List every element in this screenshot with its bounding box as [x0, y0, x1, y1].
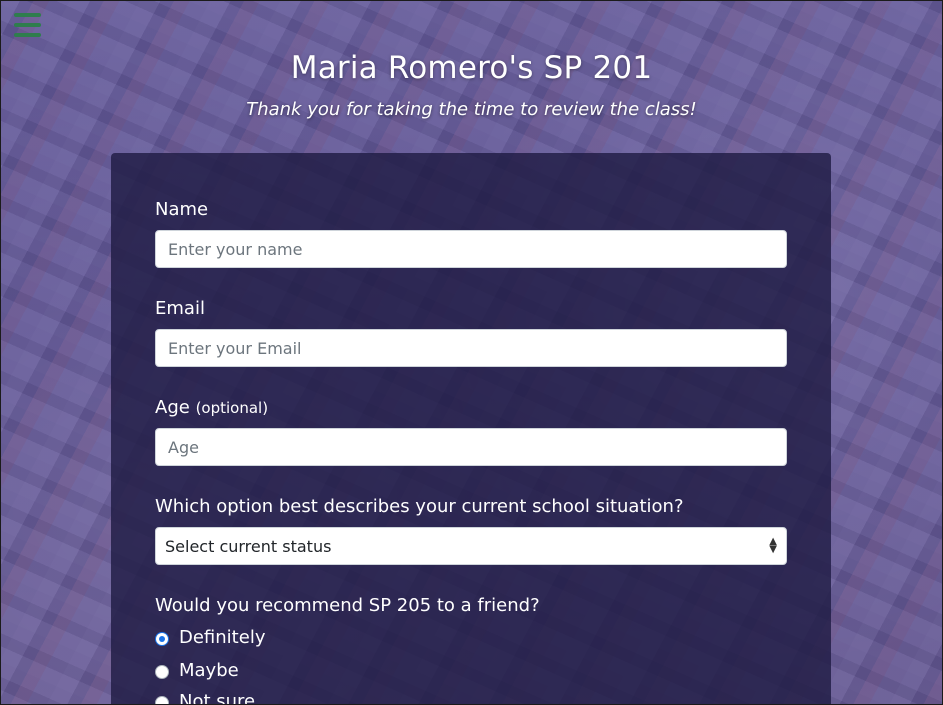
optional-note: (optional): [195, 399, 269, 417]
hamburger-menu-icon[interactable]: [14, 13, 41, 37]
radio-button[interactable]: [155, 664, 169, 679]
age-label-text: Age: [155, 397, 190, 418]
recommend-question-text: Would you recommend SP 205 to a friend?: [155, 595, 540, 616]
age-input[interactable]: [155, 428, 787, 466]
radio-option-definitely[interactable]: Definitely: [155, 627, 265, 648]
status-question-label: Which option best describes your current…: [155, 496, 684, 517]
recommend-question-label: Would you recommend SP 205 to a friend?: [155, 595, 540, 616]
radio-option-not-sure[interactable]: Not sure: [155, 691, 255, 705]
radio-button-checked[interactable]: [155, 631, 169, 646]
radio-label: Not sure: [179, 691, 256, 705]
survey-form: Name Email Age (optional) Which option b…: [111, 153, 831, 705]
radio-label: Definitely: [179, 627, 266, 648]
radio-button[interactable]: [155, 695, 169, 705]
select-arrows-icon: ▲ ▼: [769, 536, 777, 555]
radio-option-maybe[interactable]: Maybe: [155, 660, 239, 681]
email-input[interactable]: [155, 329, 787, 367]
status-question-text: Which option best describes your current…: [155, 496, 684, 517]
name-label: Name: [155, 199, 208, 220]
status-select[interactable]: Select current status ▲ ▼: [155, 527, 787, 565]
menu-bar: [14, 13, 41, 17]
name-label-text: Name: [155, 199, 209, 220]
email-label: Email: [155, 298, 205, 319]
email-label-text: Email: [155, 298, 205, 319]
menu-bar: [14, 23, 41, 27]
page-subtitle: Thank you for taking the time to review …: [246, 99, 697, 120]
menu-bar: [14, 33, 41, 37]
name-input[interactable]: [155, 230, 787, 268]
radio-label: Maybe: [179, 660, 239, 681]
status-select-value: Select current status: [165, 536, 332, 556]
age-label: Age (optional): [155, 397, 268, 418]
page-title: Maria Romero's SP 201: [290, 50, 653, 86]
